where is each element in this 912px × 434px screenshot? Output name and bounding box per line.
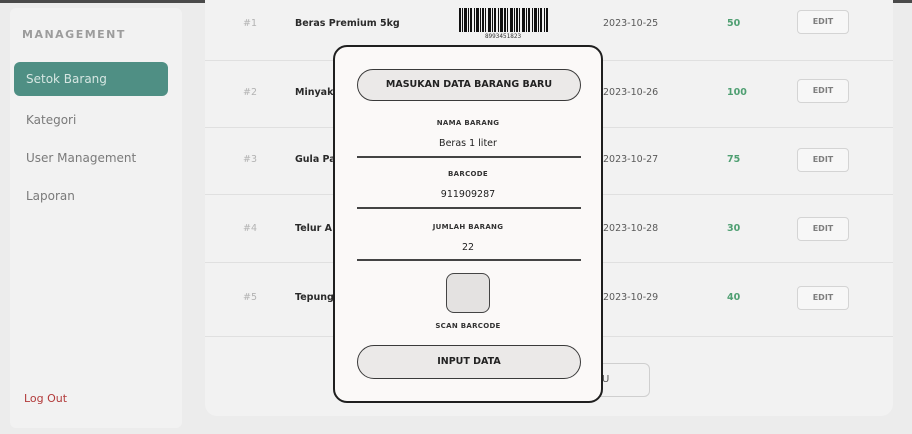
sidebar-brand: MANAGEMENT	[22, 28, 126, 41]
sidebar-item-user-management[interactable]: User Management	[14, 141, 168, 175]
product-date: 2023-10-29	[603, 292, 659, 303]
logout-link[interactable]: Log Out	[24, 392, 67, 405]
barcode-field[interactable]: 911909287	[335, 189, 601, 200]
product-name: Tepung	[295, 292, 334, 303]
product-date: 2023-10-27	[603, 154, 659, 165]
jumlah-barang-field[interactable]: 22	[335, 242, 601, 253]
product-name: Minyak	[295, 87, 334, 98]
edit-button[interactable]: EDIT	[797, 148, 849, 172]
hidden-action-label: U	[602, 374, 610, 385]
product-qty: 50	[727, 18, 741, 29]
edit-button[interactable]: EDIT	[797, 79, 849, 103]
sidebar-item-setok-barang[interactable]: Setok Barang	[14, 62, 168, 96]
barcode-image: 8993451823	[455, 8, 551, 42]
row-number: #2	[243, 87, 258, 98]
row-number: #4	[243, 223, 258, 234]
product-qty: 100	[727, 87, 747, 98]
barcode-number: 8993451823	[484, 33, 522, 40]
add-item-modal: MASUKAN DATA BARANG BARU NAMA BARANG Ber…	[333, 45, 603, 403]
nama-barang-label: NAMA BARANG	[436, 119, 500, 127]
product-qty: 40	[727, 292, 741, 303]
jumlah-barang-label: JUMLAH BARANG	[432, 223, 504, 231]
edit-button[interactable]: EDIT	[797, 217, 849, 241]
product-date: 2023-10-25	[603, 18, 659, 29]
barcode-label: BARCODE	[448, 170, 488, 178]
scan-barcode-label: SCAN BARCODE	[435, 322, 501, 330]
input-data-button[interactable]: INPUT DATA	[357, 345, 581, 379]
field-underline	[357, 156, 581, 158]
product-qty: 30	[727, 223, 741, 234]
field-underline	[357, 207, 581, 209]
product-name: Telur A	[295, 223, 333, 234]
sidebar-item-kategori[interactable]: Kategori	[14, 103, 168, 137]
row-number: #1	[243, 18, 258, 29]
row-number: #3	[243, 154, 258, 165]
product-name: Beras Premium 5kg	[295, 18, 400, 29]
row-number: #5	[243, 292, 258, 303]
product-date: 2023-10-28	[603, 223, 659, 234]
scan-barcode-button[interactable]	[446, 273, 490, 313]
modal-title: MASUKAN DATA BARANG BARU	[357, 69, 581, 101]
edit-button[interactable]: EDIT	[797, 10, 849, 34]
edit-button[interactable]: EDIT	[797, 286, 849, 310]
barcode-bars-icon	[459, 8, 548, 32]
product-date: 2023-10-26	[603, 87, 659, 98]
product-qty: 75	[727, 154, 741, 165]
sidebar-item-laporan[interactable]: Laporan	[14, 179, 168, 213]
nama-barang-field[interactable]: Beras 1 liter	[335, 138, 601, 149]
field-underline	[357, 259, 581, 261]
product-name: Gula Pa	[295, 154, 336, 165]
